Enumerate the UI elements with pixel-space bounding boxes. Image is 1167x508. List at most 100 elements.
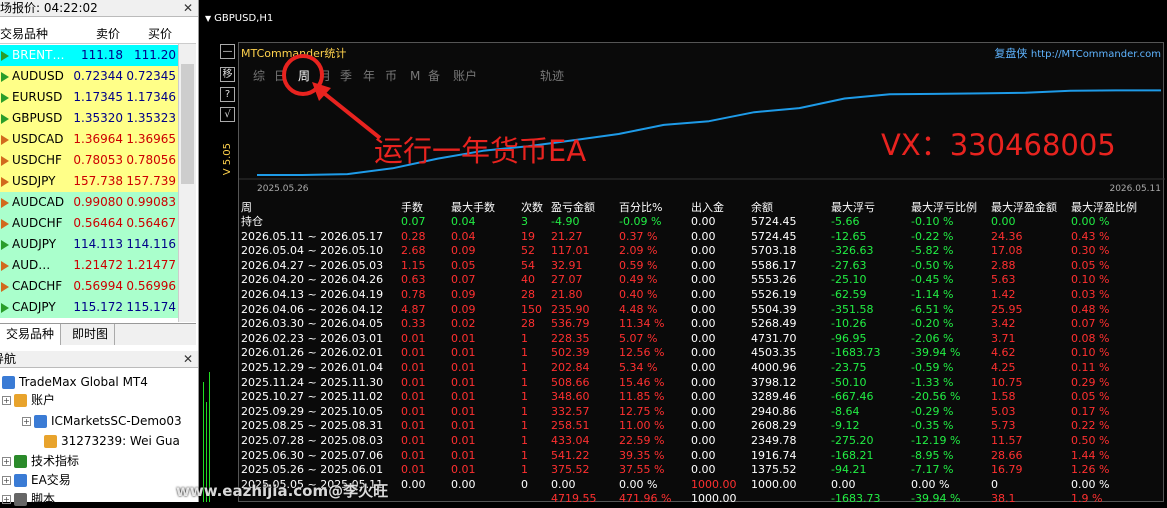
equity-start-date: 2025.05.26: [257, 184, 309, 194]
table-header[interactable]: 最大浮盈比例: [1071, 201, 1137, 214]
market-watch-row[interactable]: GBPUSD 1.35320 1.35323: [0, 108, 196, 129]
table-cell: -94.21: [831, 463, 867, 477]
market-watch-columns: 交易品种 卖价 买价: [0, 24, 196, 44]
table-cell: 1: [521, 331, 528, 345]
close-icon[interactable]: ✕: [183, 351, 193, 367]
market-watch-row[interactable]: EURUSD 1.17345 1.17346: [0, 87, 196, 108]
market-watch-row[interactable]: USDCHF 0.78053 0.78056: [0, 150, 196, 171]
table-cell: 1.42: [991, 288, 1016, 301]
menu-week[interactable]: 周: [298, 68, 310, 84]
menu-trajectory[interactable]: 轨迹: [540, 68, 564, 84]
market-watch-row[interactable]: AUDJPY 114.113 114.116: [0, 234, 196, 255]
table-cell: 2940.86: [751, 404, 797, 418]
table-header[interactable]: 最大浮亏比例: [911, 201, 977, 214]
symbol-name: AUDJPY: [12, 237, 57, 251]
navigator-item[interactable]: TradeMax Global MT4: [2, 373, 148, 391]
expand-icon[interactable]: +: [2, 396, 11, 405]
market-watch-row[interactable]: AUD… 1.21472 1.21477: [0, 255, 196, 276]
table-cell: 2.88: [991, 258, 1016, 272]
market-watch-row[interactable]: AUDUSD 0.72344 0.72345: [0, 66, 196, 87]
up-arrow-icon: [1, 51, 9, 61]
table-cell: 12.56 %: [619, 346, 665, 360]
navigator-item-label: 31273239: Wei Gua: [61, 434, 180, 448]
table-cell: 1.26 %: [1071, 463, 1110, 477]
chart-window[interactable]: ▼ GBPUSD,H1 — 移 ? √ V 5.05 MTCommander统计 …: [201, 0, 1167, 502]
table-cell: 0.17 %: [1071, 404, 1110, 418]
table-header[interactable]: 最大手数: [451, 201, 495, 214]
menu-magic[interactable]: M: [410, 68, 420, 84]
symbol-name: USDCHF: [12, 153, 62, 167]
table-cell: 332.57: [551, 404, 590, 418]
table-header[interactable]: 百分比%: [619, 201, 662, 214]
table-cell: 228.35: [551, 331, 590, 345]
expand-icon[interactable]: +: [2, 457, 11, 466]
table-cell: 4.48 %: [619, 302, 658, 316]
ask-price: 0.78056: [126, 153, 176, 167]
tab-symbols[interactable]: 交易品种: [0, 324, 62, 345]
market-watch-row[interactable]: CADCHF 0.56994 0.56996: [0, 276, 196, 297]
market-watch-row[interactable]: AUDCAD 0.99080 0.99083: [0, 192, 196, 213]
navigator-item-label: 技术指标: [31, 454, 80, 468]
table-cell: 0.09: [451, 244, 476, 258]
brand-url[interactable]: http://MTCommander.com: [1031, 49, 1161, 60]
menu-all[interactable]: 综: [253, 68, 265, 84]
table-cell: -4.90: [551, 215, 580, 228]
market-watch-row[interactable]: USDJPY 157.738 157.739: [0, 171, 196, 192]
table-header[interactable]: 最大浮亏: [831, 201, 875, 214]
table-header[interactable]: 盈亏金额: [551, 201, 595, 214]
table-cell: 2025.12.29 ~ 2026.01.04: [241, 361, 384, 374]
expand-icon[interactable]: +: [22, 417, 31, 426]
table-cell: 5268.49: [751, 317, 797, 331]
scrollbar-thumb[interactable]: [181, 64, 194, 184]
market-watch-row[interactable]: BRENT… 111.18 111.20: [0, 45, 196, 66]
expand-icon[interactable]: +: [2, 476, 11, 485]
menu-currency[interactable]: 币: [385, 68, 397, 84]
tab-tick-chart[interactable]: 即时图: [66, 324, 116, 345]
navigator-item[interactable]: + 技术指标: [2, 452, 79, 470]
expand-icon[interactable]: +: [2, 495, 11, 504]
menu-year[interactable]: 年: [363, 68, 375, 84]
table-header[interactable]: 手数: [401, 201, 423, 214]
help-button[interactable]: ?: [220, 87, 235, 102]
minimize-button[interactable]: —: [220, 44, 235, 59]
table-cell: 5.03: [991, 404, 1016, 418]
scrollbar[interactable]: [178, 44, 196, 322]
market-watch-row[interactable]: CADJPY 115.172 115.174: [0, 297, 196, 318]
market-watch-row[interactable]: USDCAD 1.36964 1.36965: [0, 129, 196, 150]
table-header[interactable]: 次数: [521, 201, 543, 214]
column-ask[interactable]: 买价: [148, 24, 172, 44]
menu-quarter[interactable]: 季: [340, 68, 352, 84]
menu-day[interactable]: 日: [274, 68, 286, 84]
navigator-item[interactable]: + ICMarketsSC-Demo03: [22, 412, 182, 430]
move-button[interactable]: 移: [220, 67, 235, 82]
table-cell: -0.59 %: [911, 361, 954, 374]
table-cell: 21.80: [551, 288, 583, 301]
table-header[interactable]: 最大浮盈金额: [991, 201, 1057, 214]
column-bid[interactable]: 卖价: [96, 24, 120, 44]
table-cell: -667.46: [831, 390, 874, 404]
navigator-item-label: TradeMax Global MT4: [19, 375, 148, 389]
close-icon[interactable]: ✕: [183, 0, 193, 16]
table-header[interactable]: 周: [241, 201, 252, 214]
confirm-button[interactable]: √: [220, 107, 235, 122]
symbol-name: AUD…: [12, 258, 51, 272]
ask-price: 157.739: [126, 174, 176, 188]
table-cell: 0.05 %: [1071, 390, 1110, 404]
bid-price: 0.56994: [73, 279, 123, 293]
market-watch-row[interactable]: AUDCHF 0.56464 0.56467: [0, 213, 196, 234]
table-header[interactable]: 余额: [751, 201, 773, 214]
navigator-item[interactable]: + EA交易: [2, 471, 71, 489]
table-cell: 1: [521, 404, 528, 418]
navigator-item[interactable]: 31273239: Wei Gua: [44, 432, 180, 450]
menu-month[interactable]: 月: [319, 68, 331, 84]
menu-backup[interactable]: 备: [428, 68, 440, 84]
navigator-item[interactable]: + 脚本: [2, 490, 55, 508]
menu-account[interactable]: 账户: [453, 68, 477, 84]
table-cell: 0.00: [691, 331, 716, 345]
table-cell: 2025.10.27 ~ 2025.11.02: [241, 390, 384, 404]
table-cell: 1: [521, 463, 528, 477]
navigator-item[interactable]: + 账户: [2, 391, 55, 409]
column-symbol[interactable]: 交易品种: [0, 24, 48, 44]
table-header[interactable]: 出入金: [691, 201, 724, 214]
table-cell: 0.00: [991, 215, 1016, 228]
